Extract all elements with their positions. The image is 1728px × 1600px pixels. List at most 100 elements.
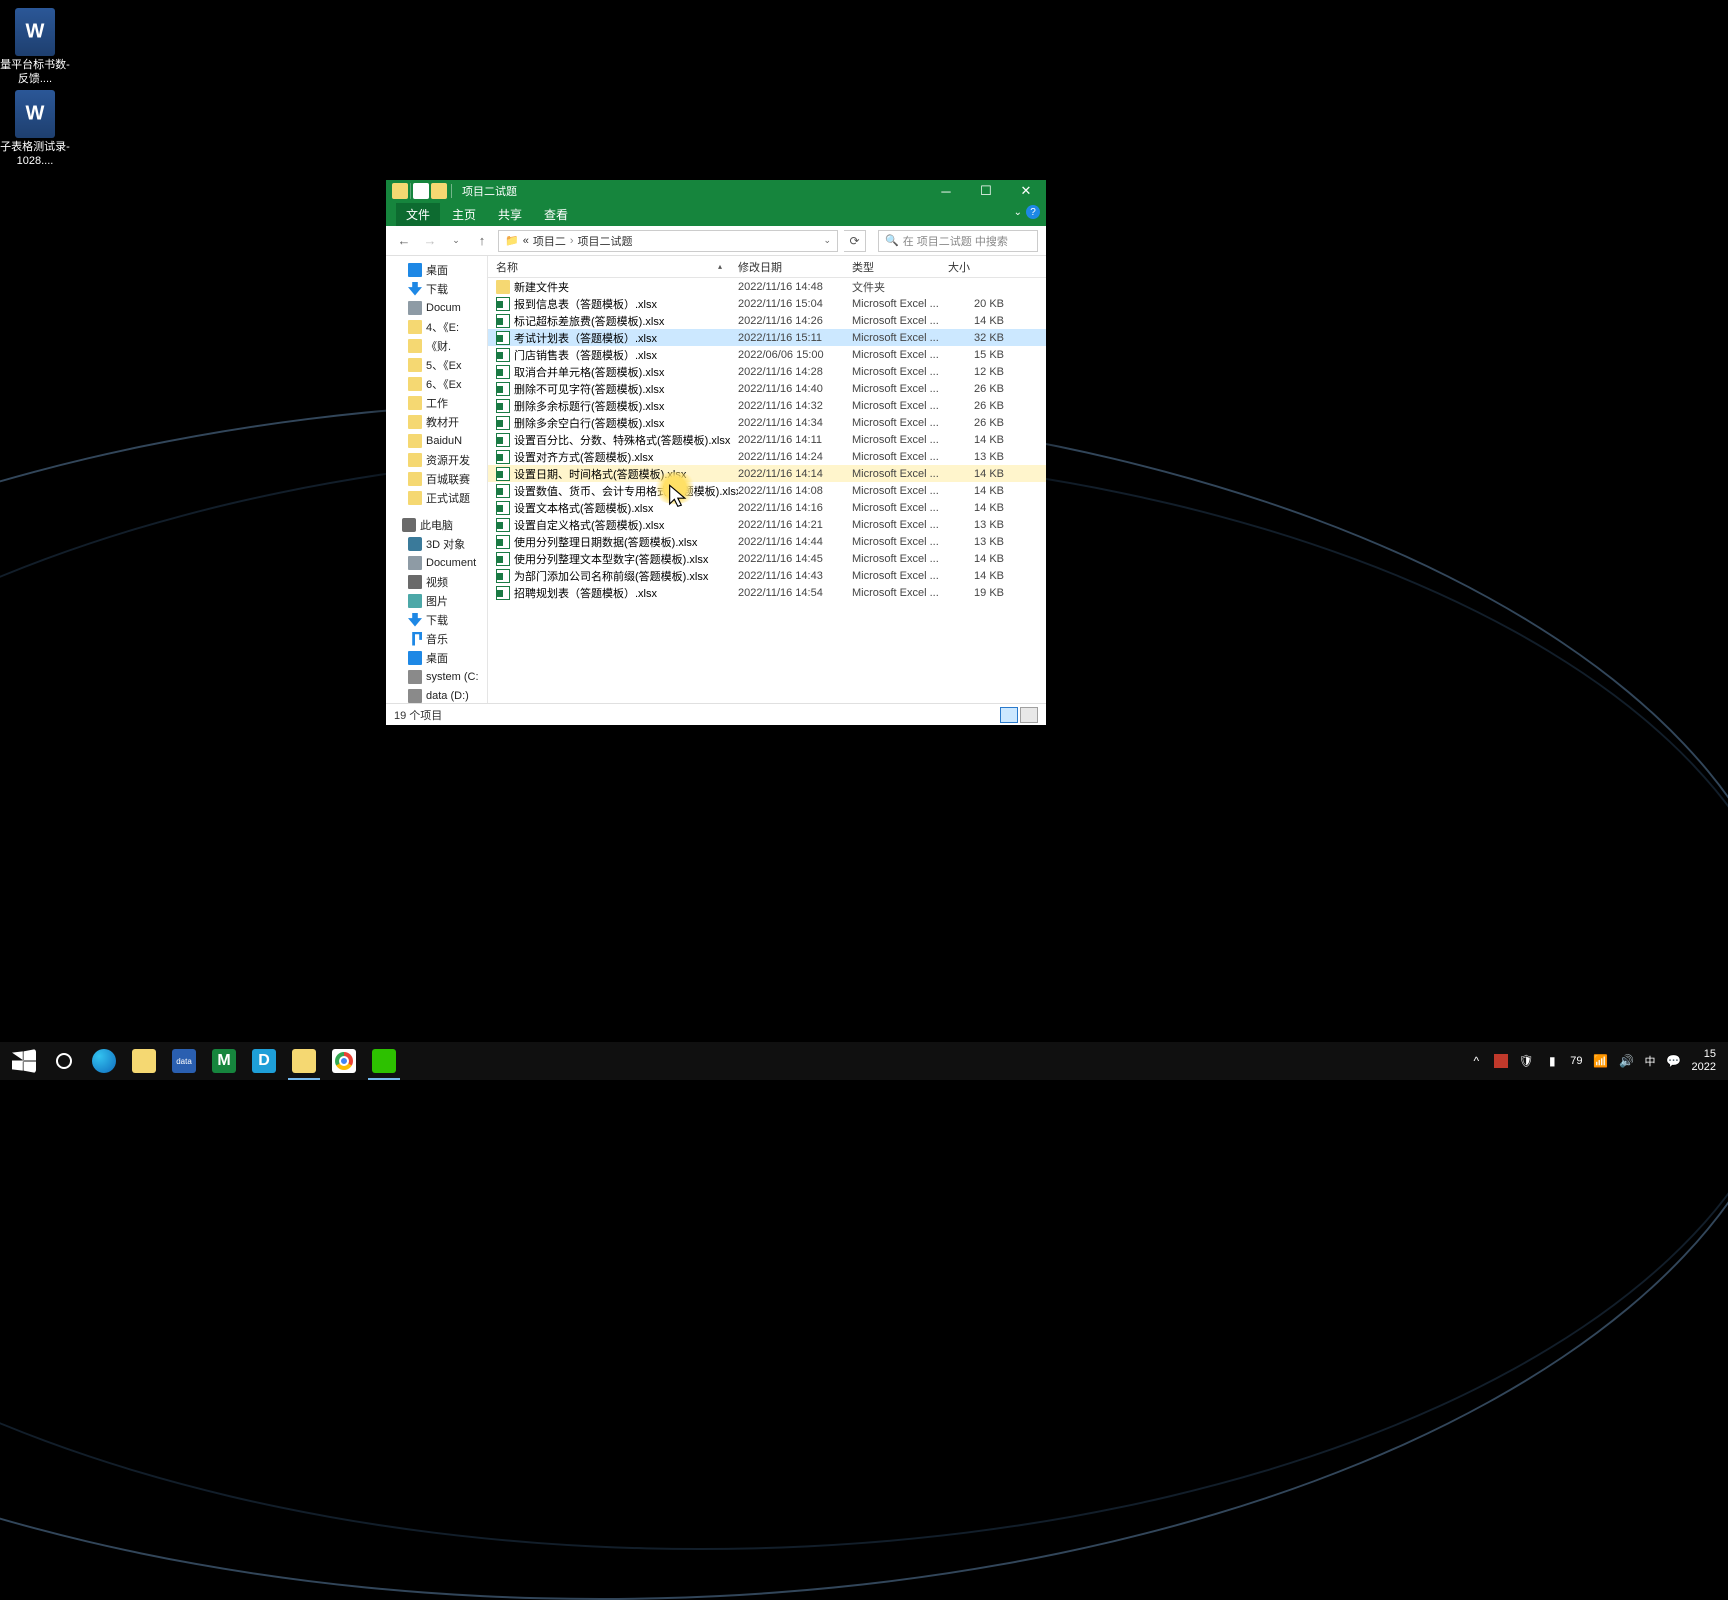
sidebar-item[interactable]: Document	[386, 553, 487, 572]
col-header-type[interactable]: 类型	[844, 259, 940, 275]
minimize-button[interactable]: ─	[926, 180, 966, 202]
sidebar-item[interactable]: 下载	[386, 610, 487, 629]
file-row[interactable]: 删除多余标题行(答题模板).xlsx2022/11/16 14:32Micros…	[488, 397, 1046, 414]
start-button[interactable]	[4, 1042, 44, 1080]
file-row[interactable]: 取消合并单元格(答题模板).xlsx2022/11/16 14:28Micros…	[488, 363, 1046, 380]
tray-app-icon[interactable]	[1494, 1054, 1508, 1068]
file-row[interactable]: 招聘规划表（答题模板）.xlsx2022/11/16 14:54Microsof…	[488, 584, 1046, 601]
file-row[interactable]: 使用分列整理日期数据(答题模板).xlsx2022/11/16 14:44Mic…	[488, 533, 1046, 550]
file-row[interactable]: 设置对齐方式(答题模板).xlsx2022/11/16 14:24Microso…	[488, 448, 1046, 465]
file-row[interactable]: 设置文本格式(答题模板).xlsx2022/11/16 14:16Microso…	[488, 499, 1046, 516]
tray-wifi-icon[interactable]: 📶	[1593, 1053, 1609, 1069]
taskbar-app[interactable]	[124, 1042, 164, 1080]
breadcrumb-item[interactable]: 项目二试题	[578, 233, 633, 249]
close-button[interactable]: ✕	[1006, 180, 1046, 202]
sidebar-item[interactable]: 百城联赛	[386, 469, 487, 488]
taskbar-edge[interactable]	[84, 1042, 124, 1080]
file-row[interactable]: 设置百分比、分数、特殊格式(答题模板).xlsx2022/11/16 14:11…	[488, 431, 1046, 448]
taskbar-app[interactable]: D	[244, 1042, 284, 1080]
refresh-button[interactable]: ⟳	[844, 230, 866, 252]
file-row[interactable]: 设置数值、货币、会计专用格式(答题模板).xlsx2022/11/16 14:0…	[488, 482, 1046, 499]
sidebar-item[interactable]: 资源开发	[386, 450, 487, 469]
sidebar-item[interactable]: BaiduN	[386, 431, 487, 450]
tray-volume-icon[interactable]: 🔊	[1619, 1053, 1635, 1069]
sidebar-this-pc[interactable]: 此电脑	[386, 515, 487, 534]
excel-file-icon	[496, 382, 510, 396]
file-row[interactable]: 新建文件夹2022/11/16 14:48文件夹	[488, 278, 1046, 295]
taskbar-chrome[interactable]	[324, 1042, 364, 1080]
sidebar-item[interactable]: 桌面	[386, 648, 487, 667]
file-row[interactable]: 使用分列整理文本型数字(答题模板).xlsx2022/11/16 14:45Mi…	[488, 550, 1046, 567]
sidebar-item[interactable]: 视频	[386, 572, 487, 591]
file-row[interactable]: 删除不可见字符(答题模板).xlsx2022/11/16 14:40Micros…	[488, 380, 1046, 397]
sidebar-item[interactable]: 6、《Ex	[386, 374, 487, 393]
sidebar-item-label: data (D:)	[426, 690, 469, 702]
clock[interactable]: 15 2022	[1692, 1048, 1716, 1073]
sidebar-item[interactable]: 图片	[386, 591, 487, 610]
qat-icon[interactable]	[413, 183, 429, 199]
tray-shield-icon[interactable]: 🛡	[1518, 1053, 1534, 1069]
qat-icon[interactable]	[431, 183, 447, 199]
view-details-button[interactable]	[1000, 707, 1018, 723]
sidebar-item[interactable]: Docum	[386, 298, 487, 317]
file-row[interactable]: 设置日期、时间格式(答题模板).xlsx2022/11/16 14:14Micr…	[488, 465, 1046, 482]
sidebar-item[interactable]: 4、《E:	[386, 317, 487, 336]
tab-file[interactable]: 文件	[396, 203, 440, 226]
file-date: 2022/11/16 14:28	[738, 366, 852, 378]
sidebar-item[interactable]: 教材开	[386, 412, 487, 431]
taskbar-app[interactable]: data	[164, 1042, 204, 1080]
desktop-icon[interactable]: 量平台标书数-反馈....	[0, 8, 70, 87]
sidebar-item[interactable]: 工作	[386, 393, 487, 412]
taskbar-app[interactable]: M	[204, 1042, 244, 1080]
search-button[interactable]	[44, 1042, 84, 1080]
file-row[interactable]: 门店销售表（答题模板）.xlsx2022/06/06 15:00Microsof…	[488, 346, 1046, 363]
up-button[interactable]: ↑	[472, 231, 492, 251]
file-row[interactable]: 设置自定义格式(答题模板).xlsx2022/11/16 14:21Micros…	[488, 516, 1046, 533]
chevron-down-icon[interactable]: ⌄	[823, 235, 831, 246]
file-row[interactable]: 删除多余空白行(答题模板).xlsx2022/11/16 14:34Micros…	[488, 414, 1046, 431]
col-header-size[interactable]: 大小	[940, 259, 1010, 275]
file-row[interactable]: 标记超标差旅费(答题模板).xlsx2022/11/16 14:26Micros…	[488, 312, 1046, 329]
sidebar-item[interactable]: 5、《Ex	[386, 355, 487, 374]
desktop-icon[interactable]: 子表格测试录-1028....	[0, 90, 70, 169]
sidebar-item[interactable]: 3D 对象	[386, 534, 487, 553]
sidebar-item[interactable]: data (D:)	[386, 686, 487, 703]
ime-indicator[interactable]: 中	[1645, 1053, 1656, 1069]
breadcrumb-item[interactable]: 项目二	[533, 233, 566, 249]
tray-chevron-icon[interactable]: ^	[1468, 1053, 1484, 1069]
tab-view[interactable]: 查看	[534, 203, 578, 226]
excel-file-icon	[496, 552, 510, 566]
nav-tree[interactable]: 桌面下载Docum4、《E:《财.5、《Ex6、《Ex工作教材开BaiduN资源…	[386, 256, 488, 703]
file-list[interactable]: 名称▴ 修改日期 类型 大小 新建文件夹2022/11/16 14:48文件夹报…	[488, 256, 1046, 703]
file-row[interactable]: 为部门添加公司名称前缀(答题模板).xlsx2022/11/16 14:43Mi…	[488, 567, 1046, 584]
tab-home[interactable]: 主页	[442, 203, 486, 226]
sidebar-item-label: 3D 对象	[426, 536, 465, 552]
sidebar-item[interactable]: 《财.	[386, 336, 487, 355]
titlebar[interactable]: 项目二试题 ─ ☐ ✕	[386, 180, 1046, 202]
sidebar-item[interactable]: 正式试题	[386, 488, 487, 507]
taskbar-explorer[interactable]	[284, 1042, 324, 1080]
expand-ribbon-icon[interactable]: ⌄	[1014, 207, 1022, 218]
help-icon[interactable]: ?	[1026, 205, 1040, 219]
breadcrumb-prefix: «	[523, 235, 529, 247]
maximize-button[interactable]: ☐	[966, 180, 1006, 202]
search-input[interactable]: 🔍 在 项目二试题 中搜索	[878, 230, 1038, 252]
col-header-name[interactable]: 名称▴	[488, 259, 730, 275]
sidebar-item[interactable]: 桌面	[386, 260, 487, 279]
tray-notify-icon[interactable]: 💬	[1666, 1053, 1682, 1069]
sidebar-item[interactable]: 下载	[386, 279, 487, 298]
tab-share[interactable]: 共享	[488, 203, 532, 226]
col-header-date[interactable]: 修改日期	[730, 259, 844, 275]
forward-button[interactable]: →	[420, 231, 440, 251]
file-row[interactable]: 报到信息表（答题模板）.xlsx2022/11/16 15:04Microsof…	[488, 295, 1046, 312]
recent-dropdown[interactable]: ⌄	[446, 231, 466, 251]
taskbar-wechat[interactable]	[364, 1042, 404, 1080]
sidebar-item[interactable]: 音乐	[386, 629, 487, 648]
file-row[interactable]: 考试计划表（答题模板）.xlsx2022/11/16 15:11Microsof…	[488, 329, 1046, 346]
tray-battery-icon[interactable]: ▮	[1544, 1053, 1560, 1069]
view-icons-button[interactable]	[1020, 707, 1038, 723]
file-type: Microsoft Excel ...	[852, 570, 948, 582]
address-bar[interactable]: 📁 « 项目二 › 项目二试题 ⌄	[498, 230, 838, 252]
back-button[interactable]: ←	[394, 231, 414, 251]
sidebar-item[interactable]: system (C:	[386, 667, 487, 686]
